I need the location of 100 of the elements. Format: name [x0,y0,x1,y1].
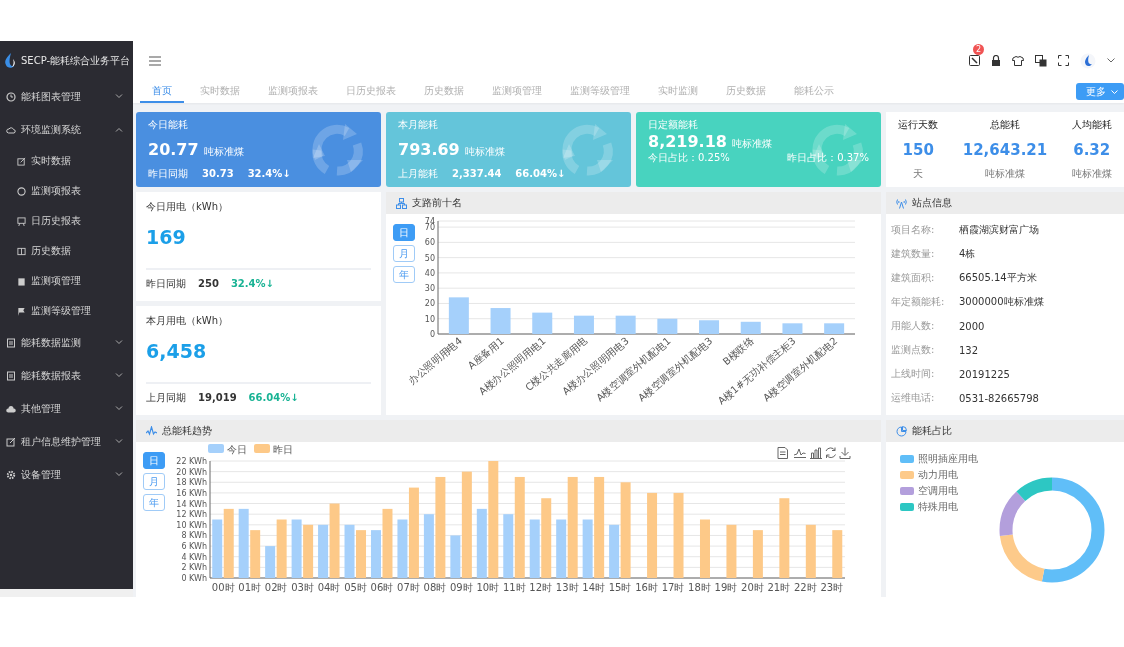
category-label: B楼联络 [720,335,757,368]
caret-icon [1111,89,1118,94]
bar [532,312,553,334]
field-label: 年定额能耗: [891,295,946,309]
panel-title: 站点信息 [912,196,952,210]
compare-label: 昨日同期 [146,276,186,291]
field-value: 132 [959,344,979,356]
bar [303,524,314,578]
axis-tick-label: 23时 [820,582,844,593]
axis-tick-label: 13时 [555,582,579,593]
bar [529,519,540,578]
field-value: 2000 [959,320,985,332]
menu-item[interactable]: 能耗图表管理 [0,80,133,113]
menu-item[interactable]: 环境监测系统 [0,113,133,146]
card-unit: 吨标准煤 [464,145,505,159]
legend-swatch[interactable] [900,503,914,511]
axis-tick-label: 6 KWh [181,542,207,552]
axis-tick-label: 18时 [688,582,711,593]
legend-label[interactable]: 昨日 [273,443,293,455]
panel-title: 支路前十名 [412,196,462,210]
bar-chart-icon[interactable] [809,447,823,459]
axis-tick-label: 09时 [450,582,473,593]
axis-tick-label: 07时 [397,582,420,593]
field-value: 20191225 [959,368,1010,380]
legend-label[interactable]: 空调用电 [918,484,958,498]
submenu-item[interactable]: 历史数据 [0,236,133,266]
card-title: 今日能耗 [148,118,189,132]
axis-tick-label: 20时 [741,582,764,593]
axis-tick-label: 0 [429,330,435,339]
field-value: 4栋 [959,247,976,261]
translate-icon[interactable] [1035,54,1047,67]
menu-item[interactable]: 能耗数据监测 [0,326,133,359]
refresh-icon[interactable] [825,447,836,459]
lock-icon[interactable] [991,55,1001,66]
notification-badge: 2 [973,44,985,55]
bar [752,530,763,578]
legend-label[interactable]: 特殊用电 [918,500,958,514]
field-label: 项目名称: [891,223,936,237]
submenu-item[interactable]: 监测项管理 [0,266,133,296]
line-chart-icon[interactable] [793,448,807,458]
document-icon[interactable] [777,447,788,459]
bar [726,524,737,578]
axis-tick-label: 21时 [767,582,791,593]
card-title: 本月用电（kWh） [146,314,230,328]
hierarchy-icon [396,197,407,209]
submenu-item[interactable]: 日历史报表 [0,206,133,236]
fullscreen-icon[interactable] [1058,55,1069,66]
field-label: 建筑数量: [891,247,936,261]
menu-item[interactable]: 租户信息维护管理 [0,425,133,458]
card-footer-text: 32.4%↓ [247,168,291,179]
axis-tick-label: 05时 [344,582,367,593]
stat-value: 6.32 [1073,140,1111,159]
legend-swatch[interactable] [900,487,914,495]
bar [699,320,720,334]
menu-item[interactable]: 设备管理 [0,458,133,491]
legend-label[interactable]: 今日 [227,443,247,455]
field-value: 66505.14平方米 [959,271,1037,285]
axis-tick-label: 06时 [370,582,394,593]
avatar-icon[interactable] [1080,52,1096,69]
bar [223,508,234,578]
axis-tick-label: 11时 [502,582,526,593]
axis-tick-label: 4 KWh [181,552,207,562]
download-icon[interactable] [839,447,851,459]
menu-item[interactable]: 能耗数据报表 [0,359,133,392]
legend-swatch[interactable] [254,444,270,453]
card-footer-text: 昨日同期 [148,167,188,181]
caret-icon[interactable] [1107,58,1115,63]
submenu-item[interactable]: 实时数据 [0,146,133,176]
shirt-icon[interactable] [1012,55,1024,66]
legend-label[interactable]: 照明插座用电 [918,452,978,466]
bar [318,524,329,578]
axis-tick-label: 15时 [608,582,632,593]
scrollbar[interactable] [0,589,133,597]
bar [490,308,511,334]
screen-icon[interactable] [969,55,980,66]
axis-tick-label: 22时 [793,582,817,593]
legend-swatch[interactable] [208,444,224,453]
antenna-icon [896,197,907,209]
card-value: 6,458 [146,340,208,364]
stat-label: 总能耗 [990,118,1020,132]
axis-tick-label: 8 KWh [181,531,207,541]
bar [356,530,366,578]
stat-unit: 天 [913,167,924,181]
submenu-item[interactable]: 监测项报表 [0,176,133,206]
legend-swatch[interactable] [900,471,914,479]
submenu-item[interactable]: 监测等级管理 [0,296,133,326]
field-value: 0531-82665798 [959,392,1039,404]
tab[interactable]: 首页 [140,80,184,103]
card-title: 今日用电（kWh） [146,200,230,214]
axis-tick-label: 22 KWh [176,457,207,466]
card-unit: 吨标准煤 [203,145,244,159]
axis-tick-label: 70 [424,223,435,233]
menu-item[interactable]: 其他管理 [0,392,133,425]
axis-tick-label: 30 [424,284,435,294]
axis-tick-label: 10时 [476,582,500,593]
axis-tick-label: 17时 [661,582,685,593]
bar [824,323,845,334]
legend-swatch[interactable] [900,455,914,463]
legend-label[interactable]: 动力用电 [918,468,958,482]
pie-chart-icon [896,425,907,437]
